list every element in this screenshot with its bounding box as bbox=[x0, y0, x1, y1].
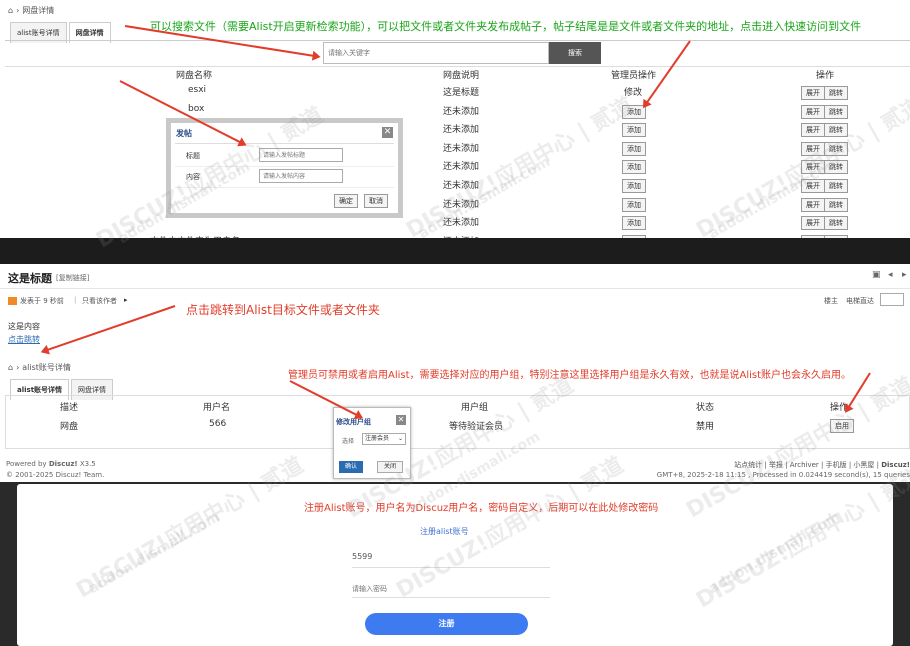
print-icon[interactable]: ▣ bbox=[872, 270, 881, 280]
add-button[interactable]: 添加 bbox=[622, 197, 646, 212]
floor-jump-input[interactable] bbox=[880, 293, 904, 306]
copy-link[interactable]: [复制链接] bbox=[56, 273, 89, 283]
col-header-desc: 网盘说明 bbox=[443, 71, 480, 81]
tab-underline bbox=[5, 40, 910, 41]
jump-to-label: 电梯直达 bbox=[846, 297, 874, 305]
search-button[interactable]: 搜索 bbox=[549, 42, 601, 64]
jump-link[interactable]: 点击跳转 bbox=[8, 334, 40, 345]
home-icon[interactable]: ⌂ bbox=[8, 363, 13, 372]
add-button[interactable]: 添加 bbox=[622, 216, 646, 231]
col-header-ops: 操作 bbox=[816, 71, 835, 81]
jump-button[interactable]: 跳转 bbox=[824, 216, 848, 231]
post-dialog-title: 发帖 bbox=[176, 129, 192, 138]
post-panel: 这是标题 [复制链接] ▣ ◂ ▸ 发表于 9 秒前 | 只看该作者 ▸ 楼主 … bbox=[0, 264, 910, 357]
expand-button[interactable]: 展开 bbox=[801, 86, 825, 100]
prev-icon[interactable]: ◂ bbox=[888, 270, 893, 280]
account-breadcrumb: ⌂ › alist账号详情 bbox=[8, 363, 71, 372]
register-button[interactable]: 注册 bbox=[365, 613, 528, 635]
chevron-down-icon: ⌄ bbox=[397, 435, 403, 442]
col-header-name: 网盘名称 bbox=[176, 71, 213, 81]
jump-button[interactable]: 跳转 bbox=[824, 86, 848, 100]
breadcrumb-current: alist账号详情 bbox=[22, 363, 71, 372]
row-name: box bbox=[188, 103, 205, 114]
col-header-user: 用户名 bbox=[203, 403, 231, 413]
dialog-cancel-button[interactable]: 取消 bbox=[364, 194, 388, 208]
expand-button[interactable]: 展开 bbox=[801, 104, 825, 119]
add-button[interactable]: 添加 bbox=[622, 160, 646, 175]
search-box: 搜索 bbox=[323, 42, 601, 64]
col-header-group: 用户组 bbox=[461, 403, 489, 413]
row-desc: 还未添加 bbox=[443, 162, 480, 173]
row-desc: 还未添加 bbox=[443, 125, 480, 136]
row-desc: 网盘 bbox=[60, 422, 79, 432]
account-annotation: 管理员可禁用或者启用Alist，需要选择对应的用户组，特别注意这里选择用户组是永… bbox=[288, 370, 852, 381]
jump-button[interactable]: 跳转 bbox=[824, 179, 848, 193]
post-meta-time: 发表于 9 秒前 bbox=[20, 297, 64, 305]
footer-version: X3.5 bbox=[79, 460, 96, 468]
col-header-desc: 描述 bbox=[60, 403, 79, 413]
breadcrumb: ⌂ › 网盘详情 bbox=[8, 6, 55, 15]
close-icon[interactable]: ✕ bbox=[396, 415, 406, 425]
dialog-ok-button[interactable]: 确定 bbox=[334, 194, 358, 208]
select-label: 选择 bbox=[342, 438, 355, 445]
col-header-status: 状态 bbox=[696, 403, 715, 413]
row-desc: 还未添加 bbox=[443, 106, 480, 117]
next-icon[interactable]: ▸ bbox=[902, 270, 907, 280]
col-header-admin: 管理员操作 bbox=[611, 71, 657, 81]
post-title: 这是标题 bbox=[8, 272, 52, 285]
link-annotation: 点击跳转到Alist目标文件或者文件夹 bbox=[186, 303, 380, 317]
row-name: esxi bbox=[188, 85, 207, 95]
jump-button[interactable]: 跳转 bbox=[824, 104, 848, 119]
search-annotation: 可以搜索文件（需要Alist开启更新检索功能），可以把文件或者文件夹发布成帖子，… bbox=[150, 20, 862, 33]
post-content: 这是内容 bbox=[8, 322, 40, 331]
add-button[interactable]: 添加 bbox=[622, 123, 646, 138]
separator-dark bbox=[0, 238, 910, 264]
group-select[interactable]: 注册会员 ⌄ bbox=[362, 433, 406, 445]
author-icon bbox=[8, 297, 17, 305]
group-ok-button[interactable]: 确认 bbox=[339, 461, 363, 473]
add-button[interactable]: 添加 bbox=[622, 179, 646, 193]
title-label: 标题 bbox=[186, 152, 200, 160]
footer-powered: Powered by Discuz! X3.5 bbox=[6, 460, 96, 468]
expand-button[interactable]: 展开 bbox=[801, 123, 825, 138]
group-select-value: 注册会员 bbox=[365, 435, 390, 442]
author-only-link[interactable]: 只看该作者 bbox=[82, 296, 117, 306]
search-input[interactable] bbox=[323, 42, 549, 64]
expand-button[interactable]: 展开 bbox=[801, 197, 825, 212]
expand-button[interactable]: 展开 bbox=[801, 216, 825, 231]
footer-powered-text: Powered by bbox=[6, 460, 47, 468]
password-field[interactable] bbox=[352, 580, 550, 598]
row-desc: 还未添加 bbox=[443, 143, 480, 154]
close-icon[interactable]: ✕ bbox=[382, 127, 393, 138]
breadcrumb-current: 网盘详情 bbox=[22, 6, 55, 15]
row-status: 禁用 bbox=[696, 422, 715, 432]
floor-label: 楼主 bbox=[824, 297, 838, 305]
add-button[interactable]: 添加 bbox=[622, 141, 646, 156]
row-user: 566 bbox=[209, 419, 227, 429]
post-content-input[interactable] bbox=[259, 169, 343, 183]
row-desc: 这是标题 bbox=[443, 88, 480, 98]
jump-button[interactable]: 跳转 bbox=[824, 197, 848, 212]
home-icon[interactable]: ⌂ bbox=[8, 6, 13, 15]
footer-brand[interactable]: Discuz! bbox=[49, 460, 78, 468]
footer-copyright: © 2001-2025 Discuz! Team. bbox=[6, 471, 105, 479]
